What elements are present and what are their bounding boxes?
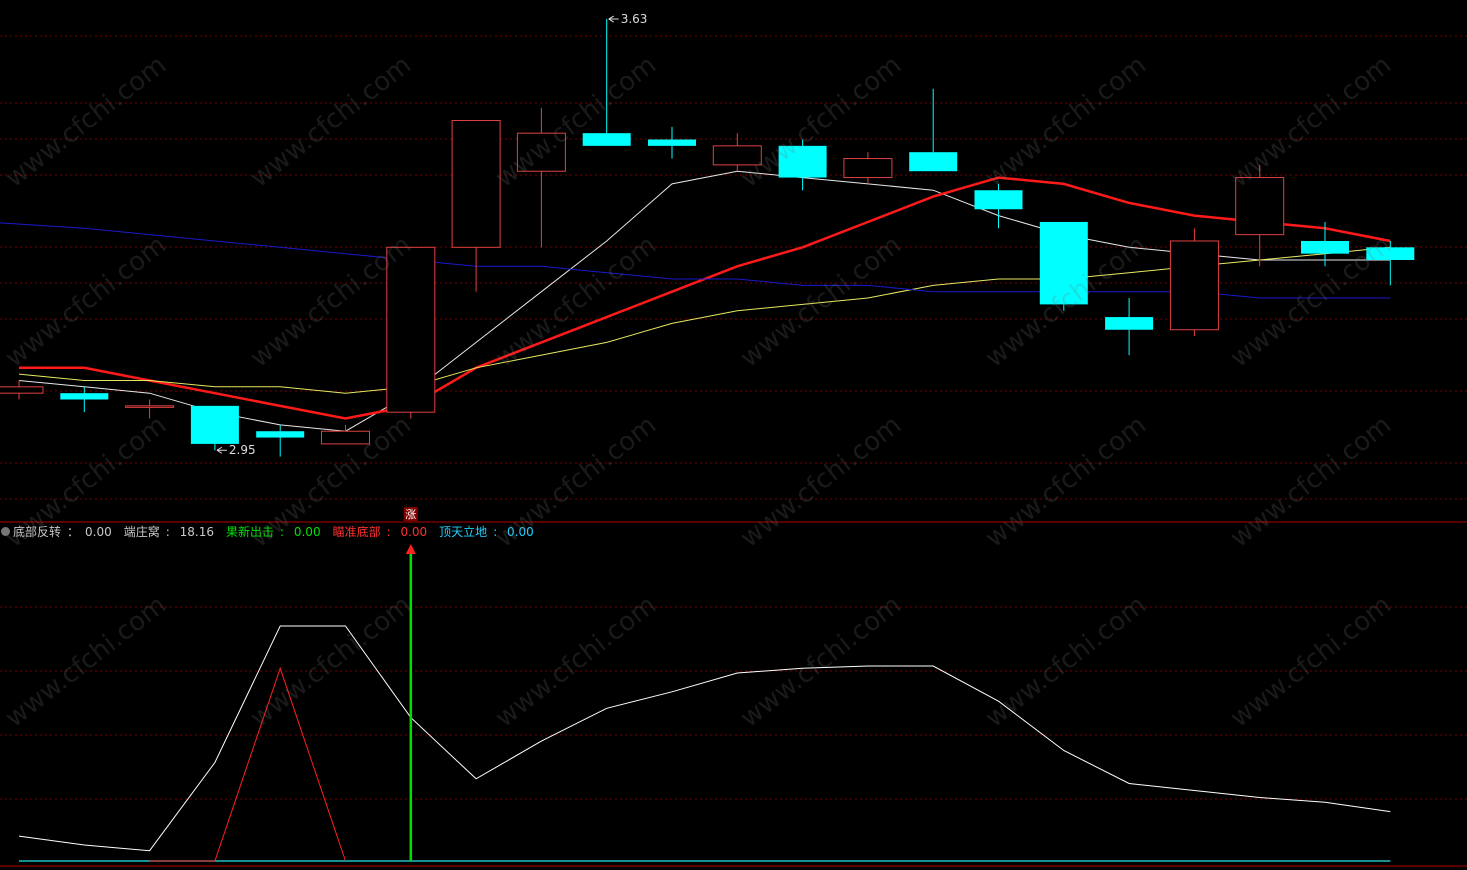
- candles: [0, 19, 1415, 457]
- candle: [974, 183, 1023, 229]
- indicator-panel: [18, 625, 1391, 862]
- candle-body: [1235, 177, 1285, 236]
- candle: [843, 152, 893, 184]
- candle-body: [190, 405, 239, 444]
- candle-body: [0, 386, 44, 394]
- candle-body: [778, 145, 827, 178]
- candle-body: [386, 246, 436, 413]
- candle-body: [1105, 317, 1154, 330]
- candle: [1105, 298, 1154, 356]
- indicator_white-line: [18, 625, 1391, 852]
- candle: [386, 246, 436, 419]
- candle-body: [909, 152, 958, 172]
- candle: [321, 424, 370, 445]
- candlestick-chart: 2.95 3.63 涨: [0, 12, 1467, 867]
- candle: [256, 424, 305, 457]
- legend-item-1: 端庄窝: 18.16: [123, 524, 214, 539]
- candle: [125, 399, 175, 419]
- candle-body: [582, 133, 631, 146]
- candle-body: [60, 393, 109, 400]
- indicator_red-line: [149, 666, 346, 862]
- candle-body: [1169, 240, 1219, 331]
- candle: [1235, 164, 1285, 267]
- annotation-arrow: [216, 446, 227, 454]
- annotation-label: 2.95: [229, 443, 256, 457]
- annotation-arrow: [608, 15, 619, 23]
- candle-body: [1366, 247, 1415, 260]
- candle: [0, 380, 44, 400]
- candle: [516, 107, 566, 248]
- candle-body: [125, 405, 175, 408]
- legend-item-0: 底部反转： 0.00: [13, 524, 112, 539]
- candle-body: [843, 158, 893, 179]
- candle: [648, 126, 696, 159]
- legend-item-2: 果新出击: 0.00: [225, 524, 321, 539]
- candle-body: [712, 145, 762, 166]
- signal-label: 涨: [405, 508, 416, 521]
- buy-signal: 涨: [403, 507, 418, 861]
- candle: [778, 139, 827, 191]
- candle-body: [256, 431, 305, 438]
- annotation-label: 3.63: [621, 12, 648, 26]
- candle-body: [648, 139, 696, 146]
- candle-body: [1039, 221, 1088, 305]
- candle: [582, 19, 631, 146]
- candle: [1039, 221, 1088, 311]
- candle: [1169, 228, 1219, 337]
- indicator-legend: 底部反转： 0.00 端庄窝: 18.16 果新出击: 0.00 瞄准底部: 0.…: [0, 522, 546, 540]
- indicator-settings-icon[interactable]: [1, 526, 10, 536]
- legend-item-3: 瞄准底部: 0.00: [332, 524, 428, 539]
- candle-body: [321, 430, 370, 445]
- legend-item-4: 顶天立地: 0.00: [439, 524, 534, 539]
- candle: [1366, 240, 1415, 286]
- candle-body: [974, 190, 1023, 210]
- signal-arrow-icon: [405, 544, 416, 554]
- candle-body: [1301, 240, 1349, 254]
- candle-body: [516, 132, 566, 172]
- candle-body: [451, 119, 501, 248]
- candle: [909, 88, 958, 172]
